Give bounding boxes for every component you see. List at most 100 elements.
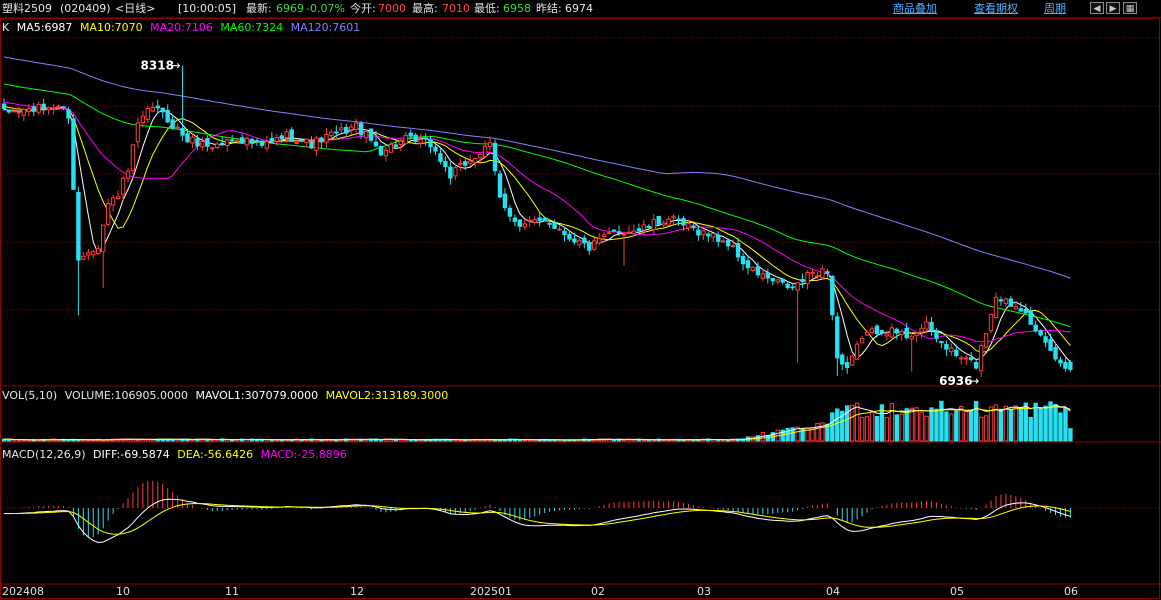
candle-up [701, 230, 706, 236]
macd-value-label: MACD:-25.8896 [260, 448, 347, 461]
candle-up [849, 355, 855, 366]
volume-bar-up [889, 403, 895, 442]
candle-up [403, 134, 408, 145]
candle-up [284, 131, 289, 139]
candle-up [721, 240, 726, 243]
candle-down [1043, 336, 1048, 343]
moving-average-lines [3, 56, 1071, 363]
volume-bar-down [944, 411, 949, 442]
volume-bar-up [621, 439, 627, 442]
candle-up [190, 136, 195, 144]
candle-down [502, 193, 508, 209]
candle-up [91, 251, 96, 256]
candle-up [120, 177, 126, 195]
candle-down [195, 138, 200, 147]
candle-up [487, 142, 493, 147]
volume-bar-up [849, 404, 855, 442]
volume-bar-down [954, 410, 959, 442]
candle-up [324, 134, 329, 143]
ma60-label: MA60:7324 [220, 21, 284, 34]
candle-up [686, 223, 691, 229]
mavol1-label: MAVOL1:307079.0000 [195, 389, 319, 402]
ma20-label: MA20:7106 [150, 21, 213, 34]
candle-down [1023, 308, 1028, 314]
candle-down [378, 146, 384, 156]
volume-bar-down [1038, 408, 1043, 442]
candle-up [730, 245, 736, 248]
candle-down [279, 135, 284, 140]
candle-up [244, 137, 250, 146]
candle-down [61, 106, 66, 109]
candle-up [993, 296, 999, 319]
candle-down [393, 144, 399, 148]
candle-up [353, 122, 359, 130]
candle-down [512, 217, 518, 222]
volume-legend: VOL(5,10) VOLUME:106905.0000 MAVOL1:3070… [2, 389, 452, 402]
candle-down [205, 138, 210, 147]
candle-up [641, 224, 647, 231]
candle-down [41, 103, 46, 110]
candle-up [329, 131, 334, 136]
diff-label: DIFF:-69.5874 [93, 448, 170, 461]
candle-up [11, 110, 17, 113]
volume-bar-down [1058, 412, 1063, 442]
candle-down [611, 229, 617, 232]
candle-down [706, 233, 711, 237]
volume-bar-up [522, 439, 527, 442]
candle-down [269, 138, 275, 142]
volume-bar-up [641, 439, 647, 442]
candle-up [1003, 298, 1009, 304]
candle-up [1013, 306, 1019, 310]
candle-up [889, 327, 895, 338]
candle-down [636, 228, 642, 232]
candle-up [96, 248, 101, 255]
candle-up [482, 145, 488, 157]
ma120-label: MA120:7601 [290, 21, 361, 34]
volume-bar-up [721, 439, 726, 442]
candle-down [616, 231, 622, 234]
ma60-line [3, 83, 1071, 328]
candle-up [339, 127, 344, 131]
candle-up [26, 108, 32, 113]
x-tick-label: 03 [697, 585, 711, 598]
candle-down [229, 139, 235, 142]
candle-down [547, 222, 552, 225]
candle-up [234, 140, 240, 143]
candle-down [249, 138, 255, 144]
candle-up [200, 140, 205, 148]
candle-up [815, 275, 820, 278]
volume-bar-up [815, 422, 820, 442]
candle-down [1, 103, 7, 110]
candle-down [939, 340, 944, 343]
volume-bar-up [859, 416, 865, 442]
ma120-line [3, 56, 1071, 279]
candle-down [740, 255, 746, 265]
volume-bar-up [175, 439, 180, 442]
candle-up [859, 337, 865, 344]
candle-down [696, 229, 701, 236]
max-price-label: 8318 [141, 59, 174, 73]
candle-down [368, 128, 374, 141]
candle-up [115, 196, 121, 200]
candle-up [130, 144, 136, 171]
candle-down [373, 141, 379, 147]
candle-up [110, 197, 116, 206]
candle-up [621, 233, 627, 236]
min-arrow-icon: → [969, 374, 979, 388]
candle-up [453, 167, 458, 177]
candle-down [840, 354, 845, 365]
candle-up [577, 240, 582, 246]
candle-up [522, 223, 527, 228]
candlesticks [1, 65, 1073, 377]
candle-down [681, 218, 686, 226]
candle-down [785, 283, 790, 289]
candle-down [413, 134, 418, 142]
candle-down [716, 234, 721, 242]
candle-up [101, 224, 106, 253]
volume-bar-up [1003, 405, 1009, 442]
candle-down [790, 286, 795, 289]
candle-up [592, 240, 597, 250]
kline-chart[interactable]: 8318 → 6936 → 202408 10 11 12 202501 02 03 04 05… [0, 0, 1161, 600]
candle-up [919, 327, 924, 333]
candle-up [988, 313, 994, 332]
